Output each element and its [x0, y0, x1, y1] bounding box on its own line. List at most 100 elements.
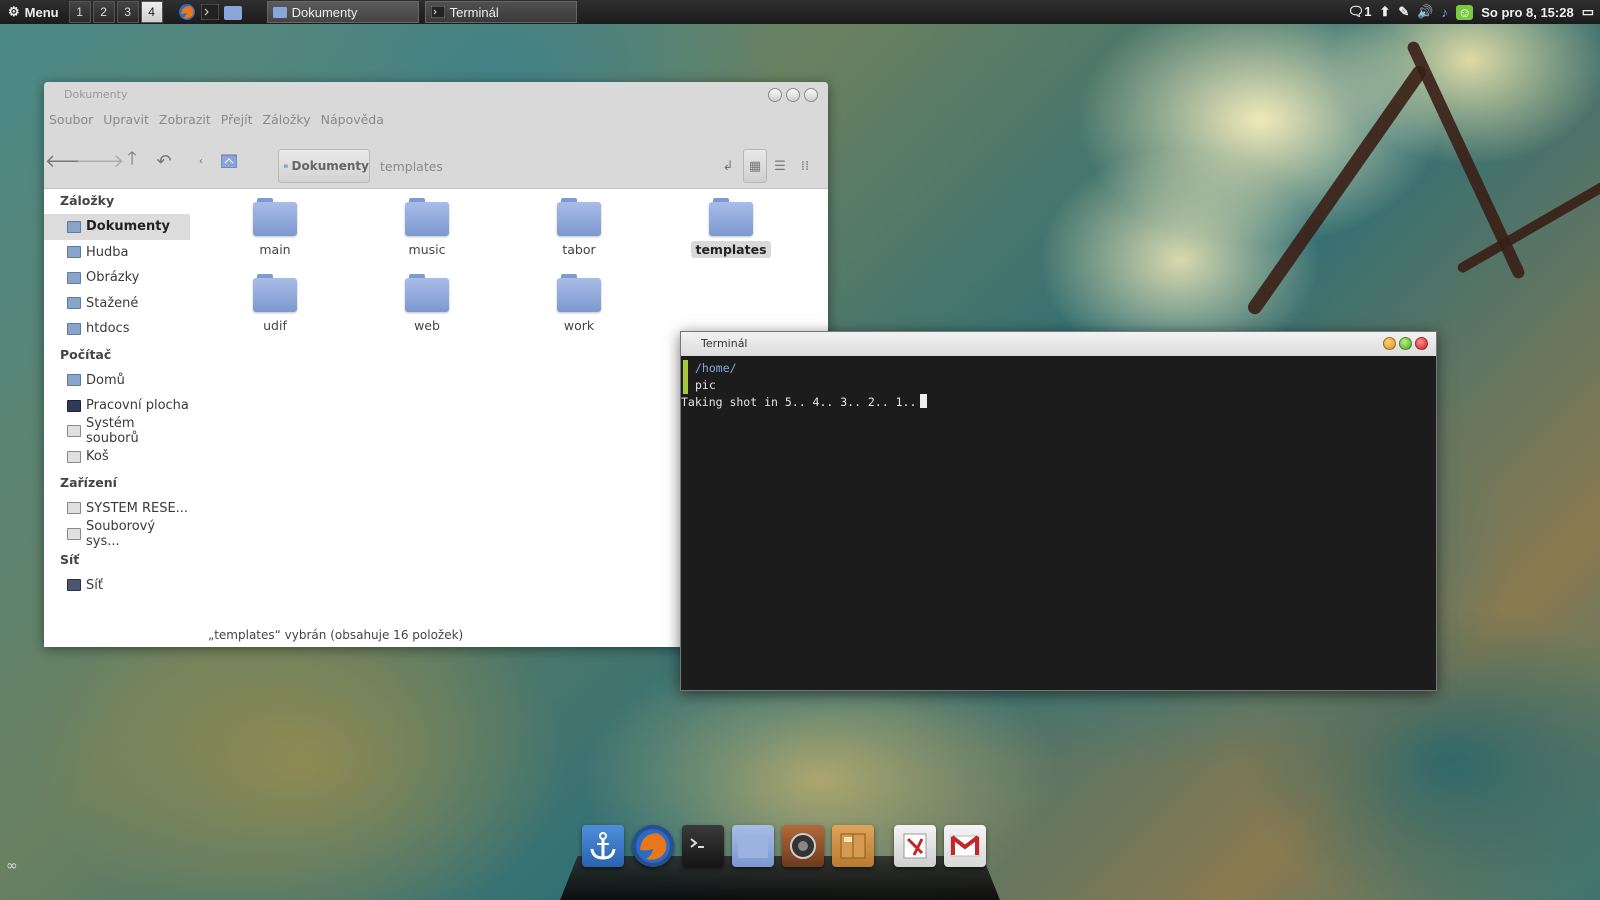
home-folder-icon — [67, 374, 81, 387]
sidebar-item-dokumenty[interactable]: Dokumenty — [44, 214, 190, 240]
sidebar-item-obrazky[interactable]: Obrázky — [44, 265, 190, 291]
sidebar-item-label: Hudba — [86, 244, 129, 260]
sidebar-item-pracovni-plocha[interactable]: Pracovní plocha — [44, 393, 190, 419]
sidebar-item-system-reserved[interactable]: SYSTEM RESE... — [44, 496, 190, 522]
workspace-1[interactable]: 1 — [68, 1, 91, 23]
menu-zobrazit[interactable]: Zobrazit — [159, 112, 211, 127]
sidebar-item-label: Dokumenty — [86, 219, 170, 235]
terminal-titlebar[interactable]: Terminál — [681, 332, 1436, 356]
menu-upravit[interactable]: Upravit — [103, 112, 149, 127]
dock-item-gmail[interactable] — [944, 825, 986, 867]
maximize-button[interactable] — [1399, 337, 1412, 350]
sidebar-item-label: Stažené — [86, 295, 139, 311]
breadcrumb-current[interactable]: Dokumenty — [278, 149, 370, 183]
sidebar-item-souborovy-system[interactable]: Souborový sys... — [44, 518, 190, 549]
fm-toolbar: 🡐 🡒 🡑 ↶ ‹ Dokumenty templates ↲ ▦ ☰ ⁞⁞ — [44, 132, 828, 189]
home-button[interactable] — [218, 150, 240, 172]
dock-item-anchor[interactable] — [582, 825, 624, 867]
files-launcher[interactable] — [223, 3, 243, 21]
forward-button[interactable]: 🡒 — [76, 150, 124, 172]
folder-item[interactable]: web — [377, 272, 477, 334]
wallpaper-branch — [1245, 63, 1429, 317]
chat-status-icon[interactable]: ☺ — [1455, 4, 1474, 20]
folder-icon — [67, 322, 81, 335]
folder-item[interactable]: main — [225, 196, 325, 258]
menu-napoveda[interactable]: Nápověda — [321, 112, 384, 127]
list-icon: ☰ — [774, 158, 786, 174]
top-panel: ⚙ Menu 1 2 3 4 Dokumenty Terminál 🗨1 ⬆ ✎… — [0, 0, 1600, 24]
sidebar-item-kos[interactable]: Koš — [44, 444, 190, 470]
dock-item-firefox[interactable] — [632, 825, 674, 867]
terminal-output[interactable]: /home/ pic Taking shot in 5.. 4.. 3.. 2.… — [681, 356, 1436, 411]
menu-soubor[interactable]: Soubor — [49, 112, 93, 127]
folder-icon — [405, 272, 449, 312]
folder-label: udif — [263, 318, 287, 333]
clock[interactable]: So pro 8, 15:28 — [1481, 5, 1573, 20]
display-icon[interactable]: ▭ — [1582, 4, 1594, 20]
sidebar-item-system-souboru[interactable]: Systém souborů — [44, 416, 190, 447]
dock-item-archive[interactable] — [832, 825, 874, 867]
volume-icon[interactable]: 🔊 — [1417, 4, 1433, 20]
maximize-button[interactable] — [786, 88, 800, 102]
sidebar-item-sit[interactable]: Síť — [44, 573, 190, 599]
menu-zalozky[interactable]: Záložky — [263, 112, 311, 127]
menu-prejit[interactable]: Přejít — [221, 112, 253, 127]
task-terminal[interactable]: Terminál — [424, 1, 577, 23]
icon-view-button[interactable]: ▦ — [743, 149, 767, 183]
location-toggle-button[interactable]: ↲ — [716, 149, 740, 183]
infinity-icon[interactable]: ∞ — [6, 858, 24, 874]
folder-item-selected[interactable]: templates — [681, 196, 781, 258]
workspace-3[interactable]: 3 — [116, 1, 139, 23]
breadcrumb-current-label: Dokumenty — [291, 159, 369, 173]
reload-button[interactable]: ↶ — [153, 150, 175, 172]
sidebar-item-stazene[interactable]: Stažené — [44, 291, 190, 317]
folder-item[interactable]: udif — [225, 272, 325, 334]
dock-item-speaker[interactable] — [782, 825, 824, 867]
firefox-launcher[interactable] — [177, 3, 197, 21]
path-left-button[interactable]: ‹ — [190, 150, 212, 172]
up-button[interactable]: 🡑 — [121, 148, 143, 172]
messages-indicator[interactable]: 🗨1 — [1348, 4, 1372, 20]
terminal-window[interactable]: Terminál /home/ pic Taking shot in 5.. 4… — [680, 331, 1437, 691]
sidebar-item-hudba[interactable]: Hudba — [44, 240, 190, 266]
close-button[interactable] — [1415, 337, 1428, 350]
enter-icon: ↲ — [722, 158, 734, 174]
folder-icon — [738, 837, 768, 858]
chat-icon: 🗨 — [1347, 4, 1365, 19]
dock-item-files[interactable] — [732, 825, 774, 867]
sidebar-header-zalozky: Záložky — [60, 193, 115, 208]
menu-button[interactable]: ⚙ Menu — [0, 4, 67, 20]
folder-item[interactable]: tabor — [529, 196, 629, 258]
terminal-icon — [430, 6, 445, 18]
workspace-4[interactable]: 4 — [140, 1, 163, 23]
command-output: Taking shot in 5.. 4.. 3.. 2.. 1.. — [681, 395, 917, 409]
sidebar-item-htdocs[interactable]: htdocs — [44, 316, 190, 342]
dock-item-terminal[interactable] — [682, 825, 724, 867]
dock-item-pdf-reader[interactable] — [894, 825, 936, 867]
task-dokumenty[interactable]: Dokumenty — [266, 1, 419, 23]
compact-view-button[interactable]: ⁞⁞ — [793, 149, 817, 183]
minimize-button[interactable] — [1383, 337, 1396, 350]
sidebar-item-domu[interactable]: Domů — [44, 368, 190, 394]
downloads-folder-icon — [67, 297, 81, 310]
close-button[interactable] — [804, 88, 818, 102]
folder-item[interactable]: music — [377, 196, 477, 258]
list-view-button[interactable]: ☰ — [768, 149, 792, 183]
upload-icon[interactable]: ⬆ — [1379, 4, 1390, 20]
anchor-icon — [590, 832, 616, 860]
pen-icon[interactable]: ✎ — [1398, 4, 1409, 20]
terminal-launcher[interactable] — [200, 3, 220, 21]
workspace-2[interactable]: 2 — [92, 1, 115, 23]
fm-titlebar[interactable]: Dokumenty — [44, 82, 828, 106]
breadcrumb-next[interactable]: templates — [380, 159, 443, 174]
music-note-icon[interactable]: ♪ — [1441, 5, 1448, 20]
minimize-button[interactable] — [768, 88, 782, 102]
compact-grid-icon: ⁞⁞ — [800, 158, 810, 174]
pdf-reader-icon — [903, 833, 927, 859]
sidebar-header-sit: Síť — [60, 551, 80, 567]
sidebar-item-label: Systém souborů — [86, 416, 139, 447]
sidebar-item-label: Souborový sys... — [86, 518, 156, 549]
folder-item[interactable]: work — [529, 272, 629, 334]
folder-label: web — [414, 318, 440, 333]
folder-icon — [709, 196, 753, 236]
